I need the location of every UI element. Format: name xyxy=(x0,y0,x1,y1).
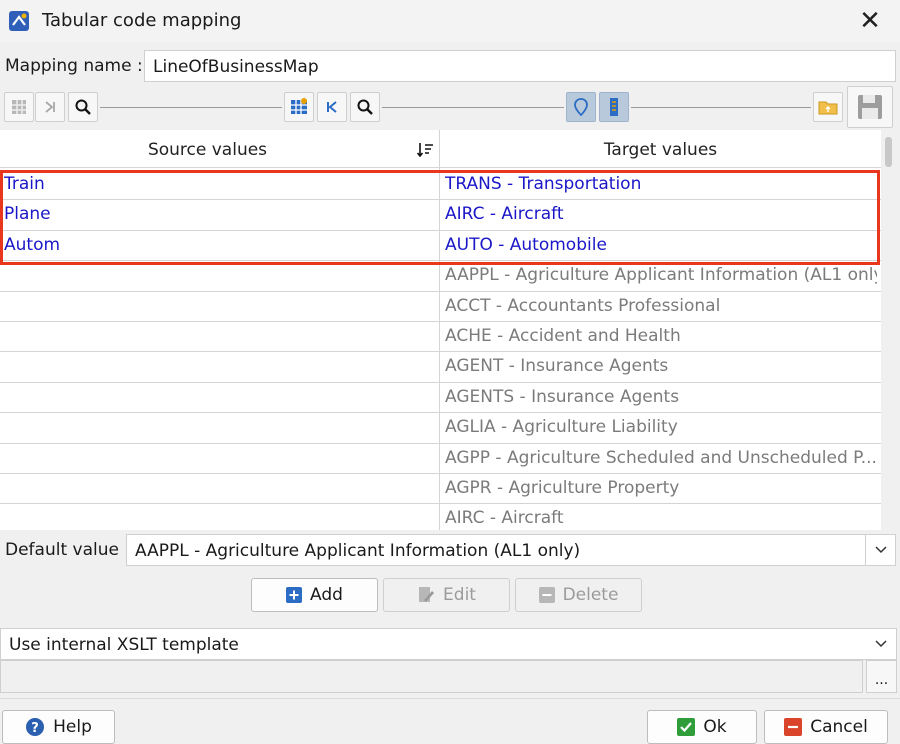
table-row[interactable]: AGENTS - Insurance Agents xyxy=(0,382,881,414)
ok-button-label: Ok xyxy=(703,717,727,737)
edit-button[interactable]: Edit xyxy=(383,578,510,612)
target-value-cell[interactable]: AGLIA - Agriculture Liability xyxy=(445,412,877,442)
target-value-cell[interactable]: AGENT - Insurance Agents xyxy=(445,351,877,381)
help-button-label: Help xyxy=(53,717,92,737)
skip-to-start-icon[interactable] xyxy=(317,92,347,122)
cancel-button[interactable]: Cancel xyxy=(764,710,888,744)
target-value-cell[interactable]: AGPP - Agriculture Scheduled and Unsched… xyxy=(445,443,877,473)
source-value-cell[interactable] xyxy=(4,321,436,351)
source-values-header[interactable]: Source values xyxy=(0,130,415,168)
source-value-cell[interactable] xyxy=(4,503,436,530)
toolbar-line xyxy=(631,107,811,108)
source-value-cell[interactable] xyxy=(4,412,436,442)
mapped-rows-highlight xyxy=(0,170,880,265)
table-row[interactable]: AGLIA - Agriculture Liability xyxy=(0,412,881,444)
table-row[interactable]: ACCT - Accountants Professional xyxy=(0,291,881,322)
window-title: Tabular code mapping xyxy=(42,10,242,31)
target-value-cell[interactable]: AGPR - Agriculture Property xyxy=(445,473,877,503)
svg-text:?: ? xyxy=(31,721,39,736)
source-value-cell[interactable] xyxy=(4,291,436,321)
delete-button-label: Delete xyxy=(562,585,619,605)
table-icon[interactable] xyxy=(4,92,34,122)
location-pin-icon[interactable] xyxy=(566,92,596,122)
mapping-name-label: Mapping name : xyxy=(5,56,143,76)
help-button[interactable]: ? Help xyxy=(2,710,115,744)
close-icon[interactable]: ✕ xyxy=(852,4,888,38)
browse-button[interactable]: ... xyxy=(866,660,897,693)
grid-header: Source values Target values xyxy=(0,130,881,168)
mapping-name-input[interactable]: LineOfBusinessMap xyxy=(144,50,896,82)
scrollbar-thumb[interactable] xyxy=(885,137,892,167)
source-value-cell[interactable] xyxy=(4,443,436,473)
ok-button[interactable]: Ok xyxy=(647,710,757,744)
target-value-cell[interactable]: ACCT - Accountants Professional xyxy=(445,291,877,321)
add-button-label: Add xyxy=(310,585,343,605)
cancel-button-label: Cancel xyxy=(810,717,868,737)
cancel-icon xyxy=(784,718,803,736)
table-row[interactable]: ACHE - Accident and Health xyxy=(0,321,881,353)
sort-icon[interactable] xyxy=(413,130,437,168)
source-value-cell[interactable] xyxy=(4,382,436,412)
help-icon: ? xyxy=(26,718,45,736)
table-row[interactable]: AIRC - Aircraft xyxy=(0,503,881,530)
column-icon[interactable] xyxy=(599,92,629,122)
edit-button-label: Edit xyxy=(443,585,476,605)
xslt-template-select[interactable]: Use internal XSLT template xyxy=(0,628,897,660)
chevron-down-icon[interactable] xyxy=(865,535,895,565)
chevron-down-icon[interactable] xyxy=(866,629,896,659)
vertical-scrollbar[interactable] xyxy=(881,130,900,530)
table-row[interactable]: AGPR - Agriculture Property xyxy=(0,473,881,505)
target-value-cell[interactable]: AGENTS - Insurance Agents xyxy=(445,382,877,412)
table-row[interactable]: AGPP - Agriculture Scheduled and Unsched… xyxy=(0,443,881,474)
target-values-header[interactable]: Target values xyxy=(440,130,881,168)
delete-button[interactable]: Delete xyxy=(515,578,642,612)
edit-icon xyxy=(419,587,435,602)
target-value-cell[interactable]: AIRC - Aircraft xyxy=(445,503,877,530)
target-value-cell[interactable]: ACHE - Accident and Health xyxy=(445,321,877,351)
table-row[interactable]: AGENT - Insurance Agents xyxy=(0,351,881,383)
add-icon xyxy=(286,587,303,603)
default-value-label: Default value : xyxy=(5,540,131,560)
open-folder-icon[interactable] xyxy=(813,92,843,122)
skip-to-end-icon[interactable] xyxy=(35,92,65,122)
search-source-icon[interactable] xyxy=(68,92,98,122)
check-icon xyxy=(677,718,696,736)
default-value-select[interactable]: AAPPL - Agriculture Applicant Informatio… xyxy=(126,534,896,566)
app-icon xyxy=(8,10,30,32)
search-target-icon[interactable] xyxy=(350,92,380,122)
add-button[interactable]: Add xyxy=(251,578,378,612)
xslt-path-field[interactable] xyxy=(0,660,863,693)
toolbar-line xyxy=(100,107,282,108)
toolbar-line xyxy=(382,107,564,108)
source-value-cell[interactable] xyxy=(4,473,436,503)
grid-map-icon[interactable] xyxy=(284,92,314,122)
delete-icon xyxy=(538,587,555,603)
footer-divider xyxy=(0,698,900,699)
save-icon[interactable] xyxy=(847,86,893,128)
source-value-cell[interactable] xyxy=(4,351,436,381)
